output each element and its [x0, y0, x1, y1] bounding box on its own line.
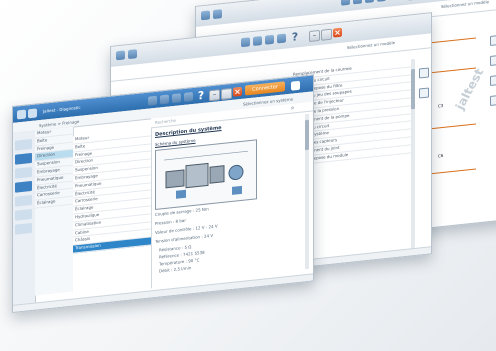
home-icon[interactable] — [17, 109, 26, 120]
maximize-button[interactable] — [321, 28, 332, 41]
content-line: Tension d'alimentation : 24 V — [155, 232, 214, 244]
back-icon[interactable] — [28, 108, 37, 119]
diagram-wire — [426, 67, 476, 74]
scrollbar-thumb[interactable] — [305, 119, 309, 151]
nav-item-docs[interactable] — [15, 180, 32, 193]
nav-item-config[interactable] — [15, 222, 32, 235]
settings-icon[interactable] — [291, 80, 300, 91]
content-panel: Description du système Schéma du système… — [153, 114, 303, 291]
content-line: Pression : 8 bar — [155, 217, 186, 226]
nav-item-plans[interactable] — [15, 166, 32, 179]
diagram-wire — [426, 168, 476, 175]
diagram-wire — [426, 37, 476, 44]
document-icon[interactable] — [265, 34, 274, 45]
lock-icon[interactable] — [419, 87, 429, 99]
minimize-button[interactable]: – — [209, 89, 220, 102]
middle-side-toolbar — [417, 57, 429, 209]
maximize-button[interactable] — [221, 87, 232, 101]
scrollbar-thumb[interactable] — [411, 68, 415, 110]
nav-item-tools[interactable] — [15, 194, 32, 207]
close-button[interactable]: × — [333, 27, 342, 38]
content-heading: Description du système — [155, 124, 222, 138]
diagram-label: C3 — [438, 102, 444, 109]
print-icon[interactable] — [184, 91, 193, 102]
back-side-toolbar — [488, 14, 496, 197]
home-icon[interactable] — [116, 50, 125, 61]
info-icon[interactable] — [490, 94, 496, 106]
print-icon[interactable] — [490, 74, 496, 86]
list-icon[interactable] — [160, 94, 169, 105]
document-icon[interactable] — [365, 0, 374, 4]
home-icon[interactable] — [201, 10, 210, 21]
nav-item-help[interactable] — [15, 208, 32, 221]
close-button[interactable]: × — [233, 86, 242, 97]
middle-scrollbar[interactable] — [411, 58, 415, 250]
content-line: Débit : 2,5 l/min — [159, 265, 192, 274]
print-icon[interactable] — [377, 0, 386, 2]
window-title: Jaltest - Diagnostic — [43, 104, 81, 114]
minimize-button[interactable]: – — [309, 29, 320, 43]
print-icon[interactable] — [419, 67, 429, 79]
back-icon[interactable] — [128, 49, 137, 60]
nav-item-diag[interactable] — [15, 138, 32, 151]
diagram-wire — [426, 123, 476, 130]
component-list: Moteur Boîte Freinage Direction Suspensi… — [73, 128, 152, 297]
list-icon[interactable] — [253, 36, 262, 46]
back-icon[interactable] — [213, 9, 222, 20]
engine-illustration — [164, 150, 248, 199]
minimize-button[interactable]: – — [408, 0, 419, 1]
vehicle-icon[interactable] — [148, 95, 157, 106]
vehicle-icon[interactable] — [241, 37, 250, 48]
document-icon[interactable] — [172, 93, 181, 104]
nav-item-info[interactable] — [15, 152, 32, 165]
connect-button[interactable]: Connecter — [245, 81, 285, 96]
help-icon[interactable]: ? — [197, 89, 205, 103]
vehicle-icon[interactable] — [341, 0, 350, 6]
print-icon[interactable] — [277, 33, 286, 44]
left-navigation — [13, 130, 36, 312]
diagram-label: C6 — [438, 152, 444, 159]
list-icon[interactable] — [353, 0, 362, 5]
back-toolbar-hint: Sélectionnez un modèle — [441, 0, 490, 10]
system-list: Moteur Boîte Freinage Direction Suspensi… — [35, 126, 74, 296]
search-input[interactable]: Recherche — [155, 118, 176, 125]
system-diagram-figure — [155, 139, 257, 210]
watermark-logo: jaltest — [452, 66, 487, 112]
content-scrollbar[interactable] — [305, 113, 309, 270]
zoom-icon[interactable] — [490, 34, 496, 46]
layers-icon[interactable] — [490, 54, 496, 66]
front-window: Jaltest - Diagnostic ? – × Connecter Sys… — [12, 74, 314, 314]
search-icon[interactable]: ⌕ — [291, 104, 294, 112]
middle-toolbar-hint: Sélectionnez un modèle — [347, 40, 396, 51]
help-icon[interactable]: ? — [291, 30, 299, 44]
